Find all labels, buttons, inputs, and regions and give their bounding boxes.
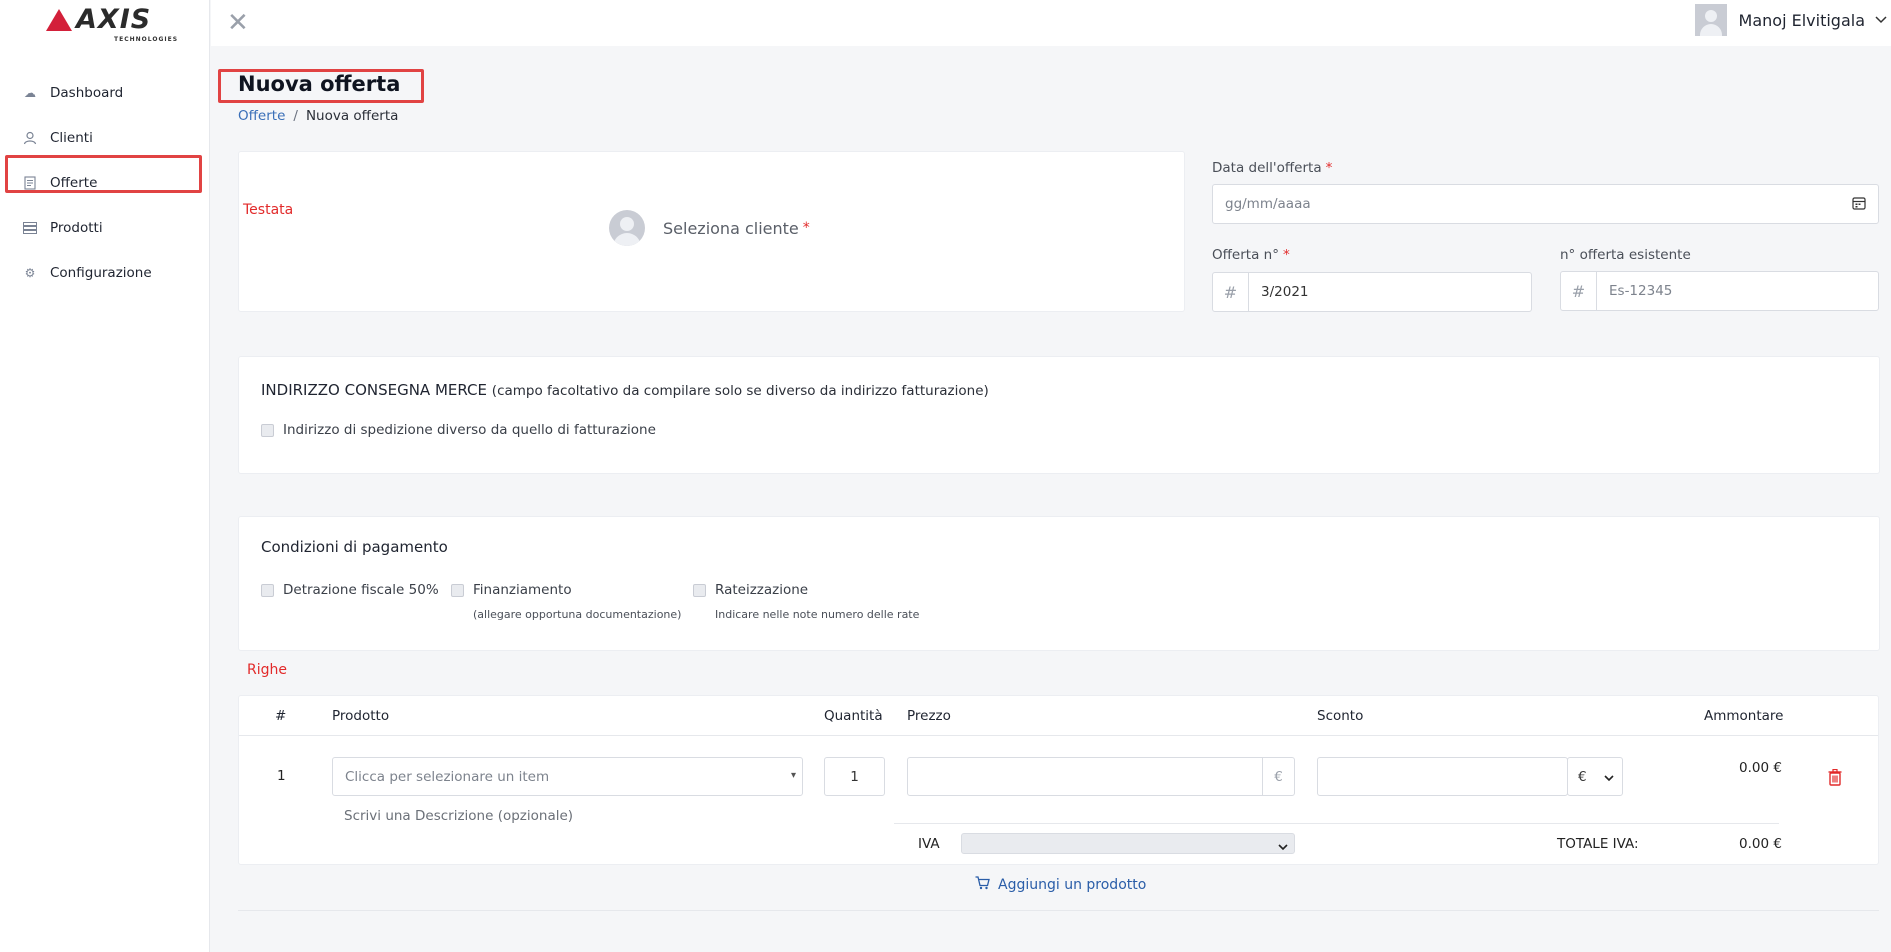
breadcrumb-separator: / — [293, 108, 298, 124]
close-icon[interactable]: ✕ — [227, 8, 249, 38]
sidebar-item-label: Prodotti — [50, 220, 103, 236]
iva-divider — [894, 823, 1779, 824]
row-number: 1 — [277, 768, 286, 784]
iva-select[interactable] — [961, 833, 1295, 854]
sidebar-item-prodotti[interactable]: Prodotti — [22, 211, 202, 245]
client-card: Testata Seleziona cliente * — [238, 151, 1185, 312]
quantity-input[interactable]: 1 — [824, 757, 885, 796]
product-select[interactable]: Clicca per selezionare un item — [332, 757, 803, 796]
checkbox-label: Detrazione fiscale 50% — [283, 582, 439, 598]
description-input[interactable]: Scrivi una Descrizione (opzionale) — [344, 808, 573, 824]
topbar: ✕ Manoj Elvitigala — [211, 0, 1891, 46]
delivery-address-card: INDIRIZZO CONSEGNA MERCE (campo facoltat… — [238, 356, 1880, 474]
payment-option-detrazione[interactable]: Detrazione fiscale 50% — [261, 582, 439, 598]
sidebar-item-clienti[interactable]: Clienti — [22, 121, 202, 155]
checkbox[interactable] — [451, 584, 464, 597]
existing-offer-placeholder: Es-12345 — [1609, 283, 1673, 299]
iva-label: IVA — [918, 836, 940, 852]
select-client-label: Seleziona cliente — [663, 218, 799, 238]
sidebar-item-dashboard[interactable]: ☁ Dashboard — [22, 76, 202, 110]
highlight-box-offerte — [5, 155, 202, 193]
date-label: Data dell'offerta * — [1212, 160, 1333, 176]
payment-conditions-title: Condizioni di pagamento — [261, 538, 448, 556]
sidebar-item-configurazione[interactable]: ⚙ Configurazione — [22, 256, 202, 290]
total-iva-label: TOTALE IVA: — [1557, 836, 1639, 852]
add-product-label: Aggiungi un prodotto — [998, 877, 1147, 893]
offer-number-field[interactable]: # 3/2021 — [1212, 272, 1532, 312]
checkbox[interactable] — [261, 424, 274, 437]
list-icon — [22, 220, 38, 236]
discount-type-value: € — [1578, 768, 1587, 785]
sidebar: AXIS TECHNOLOGIES ☁ Dashboard Clienti Of… — [0, 0, 210, 952]
add-product-button[interactable]: Aggiungi un prodotto — [975, 876, 1146, 894]
column-header-qty: Quantità — [824, 708, 883, 724]
quantity-value: 1 — [850, 768, 859, 785]
user-menu[interactable]: Manoj Elvitigala — [1694, 4, 1891, 36]
logo-name: AXIS — [76, 4, 152, 35]
existing-offer-field[interactable]: # Es-12345 — [1560, 271, 1879, 311]
trash-icon[interactable] — [1828, 768, 1842, 791]
annotation-righe: Righe — [247, 662, 287, 678]
chevron-down-icon — [1278, 839, 1288, 855]
column-header-product: Prodotto — [332, 708, 390, 724]
payment-option-finanziamento[interactable]: Finanziamento (allegare opportuna docume… — [451, 582, 681, 621]
hash-icon: # — [1561, 272, 1597, 310]
product-rows-table: # Prodotto Quantità Prezzo Sconto Ammont… — [238, 695, 1879, 865]
user-icon — [22, 130, 38, 146]
calendar-icon[interactable] — [1852, 196, 1866, 214]
logo-triangle-icon — [46, 9, 72, 31]
chevron-down-icon — [1875, 12, 1887, 28]
checkbox-label: Finanziamento — [473, 582, 572, 598]
payment-option-rateizzazione[interactable]: Rateizzazione Indicare nelle note numero… — [693, 582, 919, 621]
checkbox-label: Indirizzo di spedizione diverso da quell… — [283, 422, 656, 438]
column-header-amount: Ammontare — [1704, 708, 1784, 724]
logo-tagline: TECHNOLOGIES — [114, 36, 179, 43]
user-name: Manoj Elvitigala — [1738, 10, 1865, 30]
different-shipping-checkbox[interactable]: Indirizzo di spedizione diverso da quell… — [261, 422, 656, 438]
price-input[interactable]: € — [907, 757, 1295, 796]
sidebar-item-label: Clienti — [50, 130, 93, 146]
date-field[interactable]: gg/mm/aaaa — [1212, 184, 1879, 224]
date-placeholder: gg/mm/aaaa — [1225, 196, 1311, 212]
checkbox[interactable] — [261, 584, 274, 597]
euro-addon: € — [1262, 758, 1294, 795]
delivery-address-title: INDIRIZZO CONSEGNA MERCE (campo facoltat… — [261, 381, 989, 399]
header-divider — [239, 735, 1878, 736]
existing-offer-label: n° offerta esistente — [1560, 247, 1691, 263]
cloud-icon: ☁ — [24, 86, 36, 100]
column-header-price: Prezzo — [907, 708, 951, 724]
chevron-down-icon — [1604, 770, 1614, 786]
select-client-button[interactable]: Seleziona cliente * — [609, 210, 810, 246]
highlight-box-title — [218, 69, 424, 103]
breadcrumb-link-offerte[interactable]: Offerte — [238, 108, 285, 124]
offer-number-value: 3/2021 — [1261, 284, 1309, 300]
sidebar-item-label: Dashboard — [50, 85, 124, 101]
column-header-discount: Sconto — [1317, 708, 1364, 724]
footer-divider — [238, 910, 1879, 911]
hash-icon: # — [1213, 273, 1249, 311]
product-select-placeholder: Clicca per selezionare un item — [345, 768, 550, 785]
cart-icon — [975, 876, 990, 894]
breadcrumb-current: Nuova offerta — [305, 108, 399, 124]
brand-logo[interactable]: AXIS TECHNOLOGIES — [46, 4, 177, 46]
avatar — [1694, 4, 1727, 36]
checkbox-hint: (allegare opportuna documentazione) — [473, 608, 682, 621]
breadcrumb: Offerte / Nuova offerta — [238, 108, 398, 124]
checkbox-label: Rateizzazione — [715, 582, 809, 598]
discount-type-select[interactable]: € — [1567, 757, 1623, 796]
sidebar-item-label: Configurazione — [50, 265, 152, 281]
total-iva-value: 0.00 € — [1739, 836, 1782, 852]
required-mark: * — [802, 220, 810, 236]
row-amount: 0.00 € — [1739, 760, 1782, 776]
annotation-testata: Testata — [243, 202, 294, 218]
checkbox-hint: Indicare nelle note numero delle rate — [715, 608, 920, 621]
checkbox[interactable] — [693, 584, 706, 597]
offer-number-label: Offerta n° * — [1212, 247, 1290, 263]
payment-conditions-card: Condizioni di pagamento Detrazione fisca… — [238, 516, 1880, 651]
gear-icon: ⚙ — [24, 266, 36, 280]
column-header-num: # — [275, 708, 287, 724]
discount-input[interactable] — [1317, 757, 1568, 796]
client-avatar-icon — [609, 210, 645, 246]
